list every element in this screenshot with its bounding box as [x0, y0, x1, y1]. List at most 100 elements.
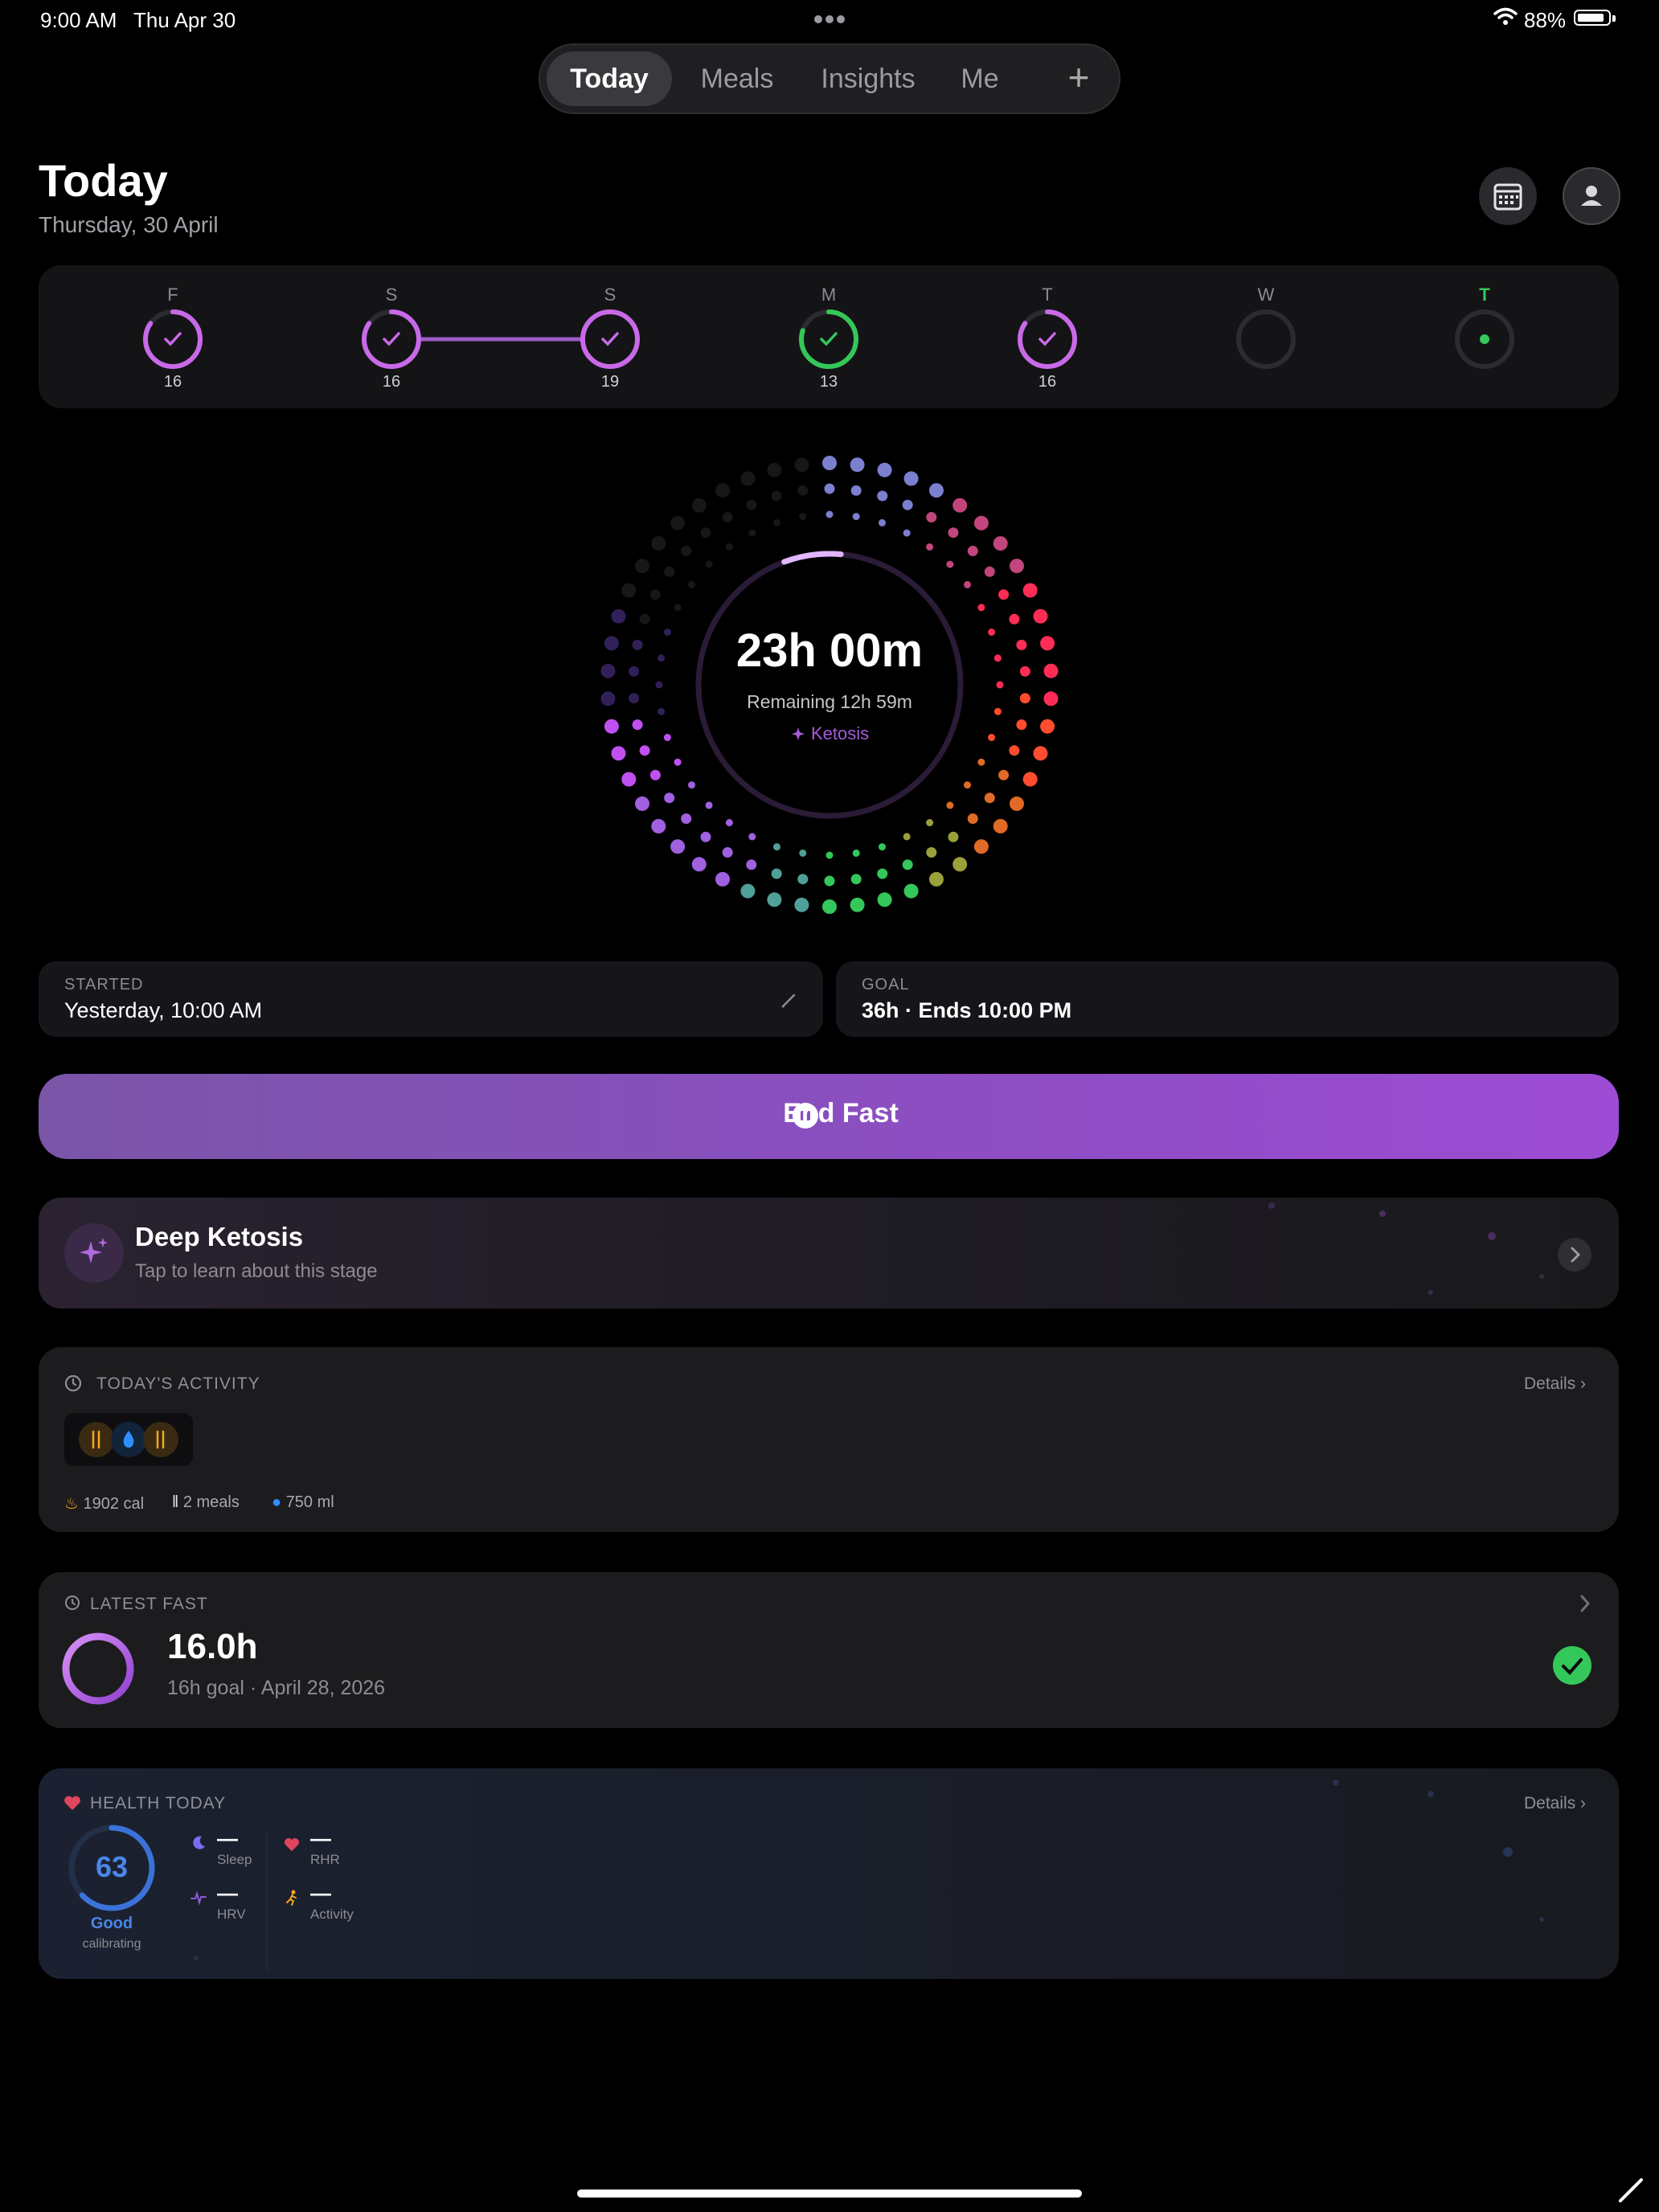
ring-dot — [824, 483, 835, 494]
ring-dot — [621, 772, 637, 787]
heart-icon — [64, 1796, 80, 1810]
fast-ring-icon — [62, 1632, 134, 1705]
waveform-icon — [190, 1890, 207, 1906]
ring-dot — [611, 608, 626, 624]
ring-dot — [825, 510, 834, 518]
meals-value: 2 meals — [182, 1493, 240, 1511]
home-indicator[interactable] — [577, 2189, 1082, 2198]
multitasking-dots-icon[interactable] — [812, 5, 847, 29]
ring-dot — [748, 833, 756, 841]
activity-details-link[interactable]: Details › — [1524, 1374, 1586, 1394]
divider — [266, 1834, 268, 1971]
ring-dot — [681, 546, 692, 556]
wifi-icon — [1493, 7, 1518, 25]
day-letter: S — [604, 285, 616, 305]
week-streak-strip: F 16 S 16 S 19 M 13 T 16 W T — [39, 265, 1619, 408]
goal-card[interactable]: GOAL 36h · Ends 10:00 PM — [836, 961, 1619, 1037]
ring-dot — [771, 868, 782, 879]
ring-dot — [1033, 746, 1048, 761]
ring-dot — [926, 543, 934, 551]
ring-dot — [681, 813, 692, 824]
checkmark-circle-icon — [1553, 1646, 1591, 1685]
ring-dot — [639, 613, 650, 625]
todays-activity-card[interactable]: TODAY'S ACTIVITY Details › ♨ 1902 cal ǁ … — [39, 1347, 1619, 1532]
tab-today[interactable]: Today — [547, 51, 672, 106]
decorative-particles — [194, 1780, 1544, 1960]
ring-dot — [902, 859, 913, 870]
ring-dot — [877, 490, 888, 502]
latest-fast-card[interactable]: LATEST FAST 16.0h 16h goal · April 28, 2… — [39, 1572, 1619, 1728]
ring-dot — [948, 831, 959, 842]
ring-dot — [797, 874, 809, 885]
top-tab-bar: Today Meals Insights Me + — [539, 43, 1120, 114]
end-fast-button[interactable]: End Fast — [39, 1074, 1619, 1159]
ring-dot — [740, 883, 756, 899]
end-fast-label: End Fast — [783, 1098, 899, 1129]
ring-dot — [852, 513, 860, 521]
stage-info-card[interactable]: Deep Ketosis Tap to learn about this sta… — [39, 1198, 1619, 1309]
tab-insights[interactable]: Insights — [802, 51, 934, 106]
stage-card-title: Deep Ketosis — [135, 1222, 304, 1251]
ring-dot — [879, 518, 886, 526]
ring-dot — [674, 758, 682, 766]
tab-meals[interactable]: Meals — [683, 51, 791, 106]
page-subtitle: Thursday, 30 April — [39, 212, 219, 237]
ring-dot — [952, 857, 968, 872]
activity-title: TODAY'S ACTIVITY — [96, 1374, 260, 1393]
sleep-value: — — [217, 1826, 238, 1850]
ring-dot — [725, 819, 733, 826]
add-tab-button[interactable]: + — [1055, 51, 1103, 106]
ring-dot — [824, 875, 835, 887]
profile-button[interactable] — [1563, 167, 1620, 225]
ring-dot — [822, 456, 837, 470]
ring-dot — [850, 457, 865, 473]
calories-value: 1902 cal — [83, 1495, 145, 1513]
ring-dot — [967, 546, 978, 556]
day-hours: 16 — [382, 373, 401, 391]
day-hours: 19 — [600, 373, 620, 391]
ring-dot — [998, 589, 1010, 600]
ring-dot — [977, 604, 985, 612]
ring-dot — [655, 681, 663, 689]
ring-dot — [799, 849, 807, 857]
pencil-tool-icon[interactable] — [1616, 2173, 1648, 2206]
health-details-link[interactable]: Details › — [1524, 1794, 1586, 1813]
ring-dot — [993, 536, 1008, 551]
calendar-icon — [1493, 183, 1522, 211]
latest-fast-title: LATEST FAST — [90, 1595, 208, 1613]
activity-value: — — [310, 1881, 331, 1905]
ring-dot — [822, 899, 837, 914]
ring-dot — [773, 518, 780, 526]
ring-dot — [977, 758, 985, 766]
health-today-card[interactable]: HEALTH TODAY Details › 63 Good calibrati… — [39, 1768, 1619, 1979]
chevron-right-icon[interactable] — [1575, 1591, 1595, 1616]
ring-dot — [903, 883, 919, 899]
ring-dot — [877, 892, 892, 907]
ring-dot — [664, 793, 675, 804]
edit-pencil-icon[interactable] — [778, 989, 801, 1011]
calendar-button[interactable] — [1479, 167, 1537, 225]
ring-dot — [996, 681, 1004, 689]
day-ring-icon — [143, 309, 203, 369]
stage-label: Ketosis — [810, 723, 870, 743]
latest-fast-date: April 28, 2026 — [260, 1677, 386, 1699]
water-drop-icon: ● — [272, 1493, 282, 1511]
latest-fast-goal: 16h goal — [167, 1677, 244, 1699]
started-card[interactable]: STARTED Yesterday, 10:00 AM — [39, 961, 823, 1037]
ring-dot — [1010, 559, 1024, 574]
ring-dot — [1022, 772, 1038, 787]
ring-dot — [948, 527, 959, 539]
ring-dot — [993, 818, 1008, 834]
tab-me[interactable]: Me — [944, 51, 1016, 106]
day-letter: W — [1257, 285, 1275, 305]
ring-dot — [877, 462, 892, 477]
ring-dot — [651, 536, 666, 551]
ring-dot — [700, 831, 711, 842]
ring-dot — [674, 604, 682, 612]
ring-dot — [773, 843, 780, 851]
chevron-right-icon: › — [1580, 1794, 1587, 1813]
ring-dot — [852, 849, 860, 857]
stage-card-chevron[interactable] — [1558, 1238, 1591, 1272]
day-letter: T — [1042, 285, 1053, 305]
ring-dot — [725, 543, 733, 551]
